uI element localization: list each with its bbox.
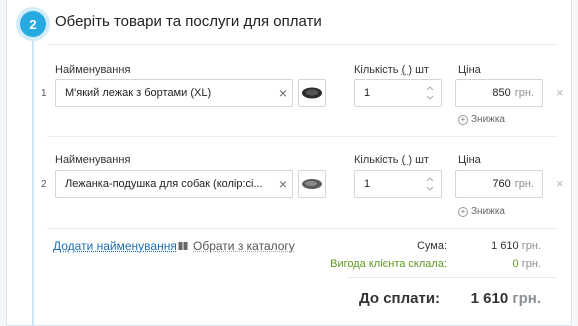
price-value: 850 [492, 87, 511, 99]
discount-link[interactable]: + Знижка [458, 206, 505, 217]
add-item-link[interactable]: Додати найменування [53, 239, 177, 253]
step-number-badge: 2 [20, 11, 46, 37]
sum-value: 1 610 грн. [491, 240, 541, 252]
quantity-label: Кількість ( ) шт [354, 154, 429, 166]
row-divider [47, 136, 557, 137]
unit-selector[interactable]: ( ) [402, 154, 412, 166]
clear-icon[interactable]: × [274, 85, 292, 101]
client-benefit-label: Вигода клієнта склала: [330, 258, 447, 270]
unit-selector[interactable]: ( ) [402, 64, 412, 76]
item-name-value: Лежанка-подушка для собак (колір:сі... [65, 178, 263, 190]
discount-label: Знижка [471, 114, 505, 125]
stepper-arrows-icon[interactable] [425, 83, 435, 103]
remove-row-icon[interactable]: × [556, 176, 564, 191]
row-number: 1 [41, 88, 47, 99]
book-icon [178, 242, 188, 250]
item-name-value: М'який лежак з бортами (XL) [65, 87, 212, 99]
quantity-label: Кількість ( ) шт [354, 64, 429, 76]
step-timeline [32, 36, 34, 326]
total-label: До сплати: [359, 290, 441, 307]
plus-circle-icon: + [458, 114, 468, 125]
quantity-stepper[interactable]: 1 [354, 170, 442, 198]
quantity-stepper[interactable]: 1 [354, 79, 442, 107]
catalog-link-label: Обрати з каталогу [193, 239, 295, 253]
discount-link[interactable]: + Знижка [458, 114, 505, 125]
item-name-input[interactable]: М'який лежак з бортами (XL) × [55, 79, 293, 107]
sum-label: Сума: [416, 240, 447, 252]
dog-bed-image-icon [302, 87, 322, 99]
dog-pillow-image-icon [302, 179, 322, 189]
currency-label: грн. [514, 178, 534, 190]
section-title: Оберіть товари та послуги для оплати [55, 13, 322, 30]
divider [347, 277, 557, 278]
price-value: 760 [492, 178, 511, 190]
price-label: Ціна [458, 64, 481, 76]
stepper-arrows-icon[interactable] [425, 174, 435, 194]
discount-label: Знижка [471, 206, 505, 217]
row-divider [47, 228, 557, 229]
price-input[interactable]: 850 грн. [455, 79, 543, 107]
divider [47, 44, 557, 45]
choose-from-catalog-link[interactable]: Обрати з каталогу [178, 239, 295, 253]
client-benefit-value: 0 грн. [512, 258, 541, 270]
item-thumbnail[interactable] [298, 79, 326, 107]
row-number: 2 [41, 179, 47, 190]
name-label: Найменування [55, 154, 131, 166]
item-name-input[interactable]: Лежанка-подушка для собак (колір:сі... × [55, 170, 293, 198]
item-thumbnail[interactable] [298, 170, 326, 198]
plus-circle-icon: + [458, 206, 468, 217]
currency-label: грн. [514, 87, 534, 99]
name-label: Найменування [55, 64, 131, 76]
price-input[interactable]: 760 грн. [455, 170, 543, 198]
remove-row-icon[interactable]: × [556, 85, 564, 100]
price-label: Ціна [458, 154, 481, 166]
payment-items-card: 2 Оберіть товари та послуги для оплати Н… [6, 0, 572, 326]
clear-icon[interactable]: × [274, 176, 292, 192]
total-value: 1 610 грн. [470, 290, 541, 307]
